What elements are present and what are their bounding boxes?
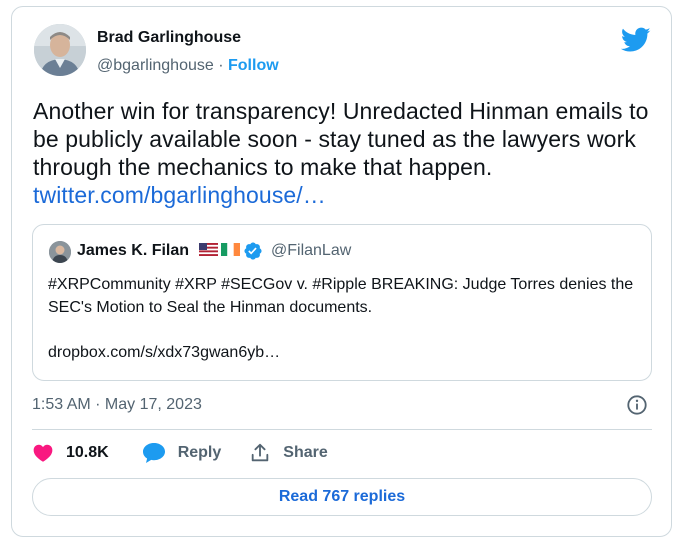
read-replies-button[interactable]: Read 767 replies xyxy=(32,478,652,516)
quoted-author-avatar-image xyxy=(49,241,71,263)
divider xyxy=(32,429,652,430)
quoted-tweet[interactable]: James K. Filan @FilanLaw #XRPCommunity #… xyxy=(32,224,652,381)
reply-label: Reply xyxy=(177,444,222,461)
like-button[interactable]: 10.8K xyxy=(32,442,109,464)
flag-emojis xyxy=(199,243,240,256)
quoted-author-handle[interactable]: @FilanLaw xyxy=(271,242,351,260)
follow-button[interactable]: Follow xyxy=(228,57,279,74)
like-count: 10.8K xyxy=(66,444,109,461)
share-label: Share xyxy=(283,444,328,461)
verified-badge-icon xyxy=(244,242,262,260)
author-handle[interactable]: @bgarlinghouse xyxy=(97,57,214,74)
quoted-author-avatar[interactable] xyxy=(49,241,71,263)
share-button[interactable]: Share xyxy=(249,442,328,464)
chat-bubble-icon xyxy=(142,443,165,463)
tweet-actions: 10.8K Reply Share xyxy=(32,441,356,465)
tweet-card: Brad Garlinghouse @bgarlinghouse · Follo… xyxy=(11,6,672,537)
quoted-tweet-link[interactable]: dropbox.com/s/xdx73gwan6yb… xyxy=(48,344,280,362)
twitter-bird-icon[interactable] xyxy=(621,27,651,53)
author-name[interactable]: Brad Garlinghouse xyxy=(97,29,241,47)
heart-icon xyxy=(33,444,53,462)
reply-button[interactable]: Reply xyxy=(142,442,222,464)
author-avatar-image xyxy=(34,24,86,76)
author-handle-row: @bgarlinghouse · Follow xyxy=(97,57,279,75)
info-icon[interactable] xyxy=(626,394,648,416)
author-avatar[interactable] xyxy=(34,24,86,76)
ireland-flag-icon xyxy=(221,243,240,256)
tweet-text: Another win for transparency! Unredacted… xyxy=(33,98,649,180)
quoted-tweet-text: #XRPCommunity #XRP #SECGov v. #Ripple BR… xyxy=(48,276,634,316)
us-flag-icon xyxy=(199,243,218,256)
handle-separator: · xyxy=(218,57,224,74)
tweet-body: Another win for transparency! Unredacted… xyxy=(33,97,653,209)
tweet-link[interactable]: twitter.com/bgarlinghouse/… xyxy=(33,181,653,209)
share-icon xyxy=(252,443,269,462)
tweet-timestamp[interactable]: 1:53 AM · May 17, 2023 xyxy=(32,396,202,414)
quoted-author-name[interactable]: James K. Filan xyxy=(77,242,189,260)
